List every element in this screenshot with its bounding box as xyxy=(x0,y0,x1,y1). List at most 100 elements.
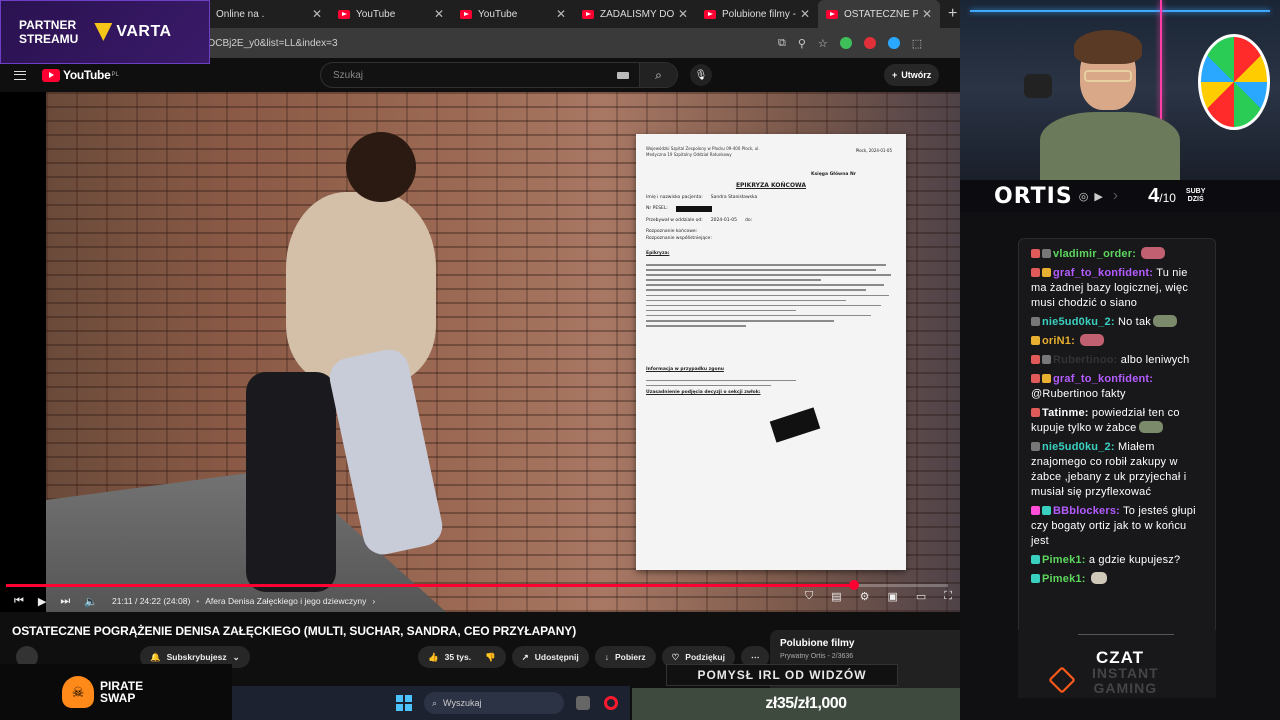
tab-ostateczne[interactable]: OSTATECZNE POGRĄ ✕ xyxy=(818,0,940,28)
chat-username[interactable]: Pimek1: xyxy=(1042,573,1086,585)
close-icon[interactable]: ✕ xyxy=(434,7,444,21)
menu-icon[interactable] xyxy=(14,70,26,80)
close-icon[interactable]: ✕ xyxy=(556,7,566,21)
search-icon[interactable]: ⌕ xyxy=(639,63,677,87)
subs-label-line: DZIŚ xyxy=(1187,196,1204,203)
shield-icon[interactable]: ⛉ xyxy=(805,590,813,603)
pirate-text: PIRATE SWAP xyxy=(100,680,143,704)
scrubber-handle[interactable] xyxy=(848,580,859,590)
chat-username[interactable]: vladimir_order: xyxy=(1053,248,1136,260)
chat-badge-icon xyxy=(1031,317,1040,326)
brand-line: INSTANT xyxy=(1092,665,1159,681)
url-field[interactable]: DCBj2E_y0&list=LL&index=3 xyxy=(208,32,768,54)
windows-start-icon[interactable] xyxy=(396,695,412,711)
like-button[interactable]: 👍 35 tys. 👎 xyxy=(418,646,506,668)
bookmark-star-icon[interactable]: ☆ xyxy=(818,37,828,50)
tab-title: Polubione filmy - You xyxy=(722,8,796,20)
doc-stay: Przebywał w oddziale od: 2024-01-05 do: xyxy=(646,218,896,223)
microphone-icon[interactable]: 🎙 xyxy=(690,64,712,86)
chat-badge-icon xyxy=(1031,336,1040,345)
chat-username[interactable]: nie5ud0ku_2: xyxy=(1042,316,1115,328)
chevron-right-icon[interactable]: › xyxy=(372,596,375,606)
tab-youtube-2[interactable]: YouTube ✕ xyxy=(452,0,574,28)
pirate-line: SWAP xyxy=(100,691,136,705)
doc-date: Płock, 2024-01-05 xyxy=(855,148,892,153)
play-icon[interactable]: ▶ xyxy=(38,595,46,608)
sponsor-name: VARTA xyxy=(116,23,172,40)
close-icon[interactable]: ✕ xyxy=(922,7,932,21)
volume-icon[interactable]: 🔈 xyxy=(84,595,98,608)
video-progress-bar[interactable] xyxy=(6,580,948,590)
partner-banner: PARTNER STREAMU VARTA xyxy=(0,0,210,64)
chat-username[interactable]: graf_to_konfident: xyxy=(1053,267,1153,279)
tab-polubione[interactable]: Polubione filmy - You ✕ xyxy=(696,0,818,28)
extension-icon[interactable] xyxy=(839,37,852,49)
doc-label: Nr PESEL: xyxy=(646,206,668,211)
tab-youtube-1[interactable]: YouTube ✕ xyxy=(330,0,452,28)
youtube-wordmark: YouTube xyxy=(63,68,111,82)
puzzle-icon[interactable]: ⬚ xyxy=(912,37,922,50)
tab-online[interactable]: Online na . ✕ xyxy=(208,0,330,28)
bell-icon: 🔔 xyxy=(150,651,161,662)
theater-icon[interactable]: ▭ xyxy=(916,590,926,603)
next-icon[interactable]: ⏭ xyxy=(60,595,70,608)
chat-badge-icon xyxy=(1031,374,1040,383)
create-button[interactable]: + Utwórz xyxy=(884,64,940,86)
taskbar-search[interactable]: ⌕ Wyszukaj xyxy=(424,692,564,714)
keyboard-icon[interactable] xyxy=(617,71,629,79)
share-button[interactable]: ↗ Udostępnij xyxy=(511,646,589,668)
doc-heading: EPIKRYZA KOŃCOWA xyxy=(735,182,807,189)
install-icon[interactable]: ⧉ xyxy=(778,37,786,50)
chat-username[interactable]: Pimek1: xyxy=(1042,554,1086,566)
chat-message: BBblockers: To jesteś głupi czy bogaty o… xyxy=(1031,504,1203,549)
tab-zadalismy[interactable]: ZADALIŚMY DOROSŁ ✕ xyxy=(574,0,696,28)
doc-value: Sandra Stanisławska xyxy=(710,195,758,200)
tab-title: ZADALIŚMY DOROSŁ xyxy=(600,8,674,20)
fullscreen-icon[interactable]: ⛶ xyxy=(944,590,952,603)
youtube-logo[interactable]: YouTube PL xyxy=(42,68,119,82)
chat-username[interactable]: oriN1: xyxy=(1042,335,1075,347)
create-label: Utwórz xyxy=(901,70,932,80)
chat-username[interactable]: BBblockers: xyxy=(1053,505,1120,517)
settings-gear-icon[interactable]: ⚙ xyxy=(860,590,870,603)
chat-username[interactable]: nie5ud0ku_2: xyxy=(1042,441,1115,453)
task-view-icon[interactable] xyxy=(576,696,590,710)
chapter-title[interactable]: Afera Denisa Załęckiego i jego dziewczyn… xyxy=(205,596,366,606)
download-button[interactable]: ↓ Pobierz xyxy=(594,646,656,668)
miniplayer-icon[interactable]: ▣ xyxy=(887,590,897,603)
doc-codiagnosis: Rozpoznanie współistniejące: xyxy=(646,236,896,241)
chat-box[interactable]: vladimir_order: graf_to_konfident: Tu ni… xyxy=(1018,238,1216,698)
subtitles-icon[interactable]: ▤ xyxy=(831,590,841,603)
search-input[interactable]: Szukaj xyxy=(333,70,617,81)
chapter-separator: • xyxy=(196,596,200,606)
zoom-icon[interactable]: ⚲ xyxy=(798,37,806,50)
extension-icon[interactable] xyxy=(887,37,900,49)
extension-icon[interactable] xyxy=(863,37,876,49)
brand-line: GAMING xyxy=(1093,680,1158,696)
search-box[interactable]: Szukaj ⌕ xyxy=(320,62,678,88)
chat-username[interactable]: graf_to_konfident: xyxy=(1053,373,1153,385)
chat-message: Pimek1: xyxy=(1031,572,1203,587)
streamer-hair xyxy=(1074,30,1142,64)
video-player[interactable]: Wojewódzki Szpital Zespolony w Płocku 09… xyxy=(0,92,960,612)
doc-pesel: Nr PESEL: xyxy=(646,206,896,212)
chat-username[interactable]: Tatinme: xyxy=(1042,407,1089,419)
close-icon[interactable]: ✕ xyxy=(312,7,322,21)
chat-badge-icon xyxy=(1031,268,1040,277)
chat-emote-icon xyxy=(1080,334,1105,346)
thumbs-down-icon[interactable]: 👎 xyxy=(485,652,496,663)
chat-username[interactable]: Rubertinoo: xyxy=(1053,354,1118,366)
doc-label: Rozpoznanie współistniejące: xyxy=(646,236,712,241)
opera-icon[interactable] xyxy=(604,696,618,710)
close-icon[interactable]: ✕ xyxy=(800,7,810,21)
chat-badge-icon xyxy=(1031,574,1040,583)
new-tab-icon[interactable]: + xyxy=(948,5,957,23)
doc-stamp xyxy=(769,407,821,443)
close-icon[interactable]: ✕ xyxy=(678,7,688,21)
windows-taskbar: ⌕ Wyszukaj xyxy=(232,686,630,720)
doc-hospital: Wojewódzki Szpital Zespolony w Płocku 09… xyxy=(646,146,760,157)
taskbar-search-label: Wyszukaj xyxy=(443,698,482,708)
previous-icon[interactable]: ⏮ xyxy=(14,595,24,608)
divider xyxy=(1078,634,1174,635)
doc-epikryza: Epikryza: xyxy=(646,251,670,256)
